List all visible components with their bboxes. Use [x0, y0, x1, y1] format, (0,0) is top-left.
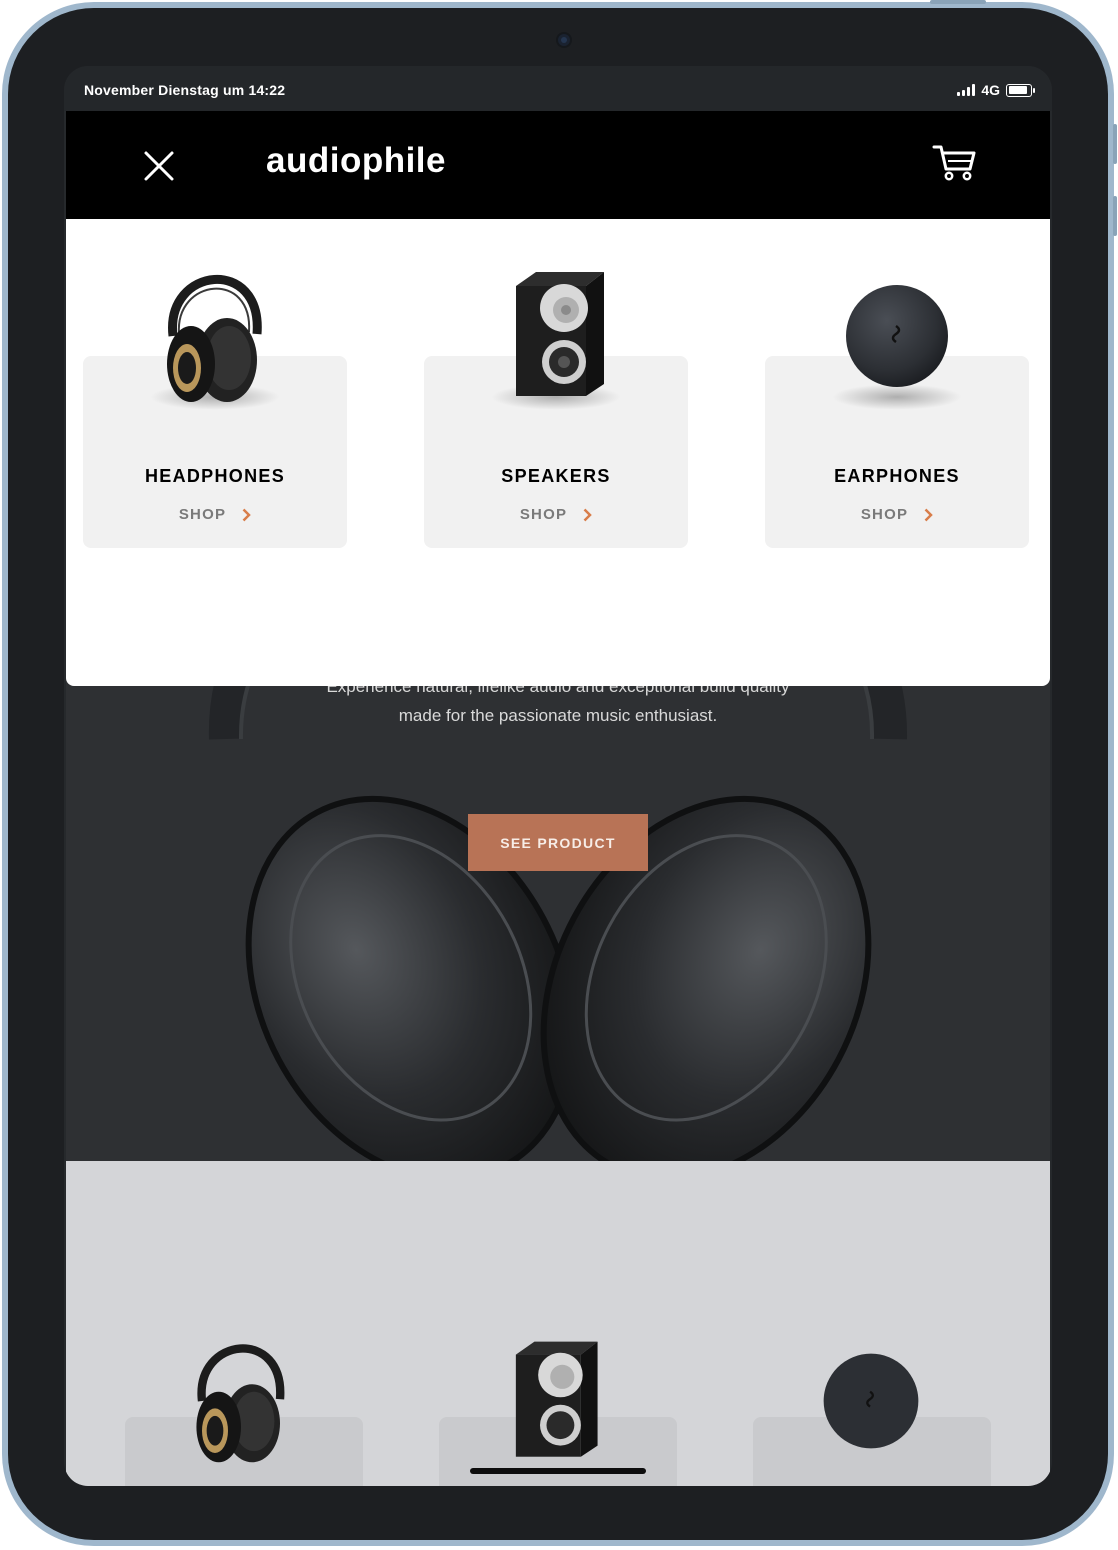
- front-camera: [558, 34, 570, 46]
- power-button: [930, 0, 986, 4]
- battery-icon: [1006, 83, 1035, 97]
- home-indicator[interactable]: [470, 1468, 646, 1474]
- cart-icon[interactable]: [932, 143, 978, 183]
- top-navigation-bar: audiophile: [66, 111, 1050, 219]
- category-card-speakers[interactable]: SPEAKERS SHOP: [424, 272, 688, 548]
- chevron-right-icon: [924, 508, 933, 521]
- close-icon[interactable]: [142, 149, 176, 183]
- volume-button: [1113, 196, 1117, 236]
- see-product-button[interactable]: SEE PRODUCT: [468, 814, 648, 871]
- shop-link[interactable]: SHOP: [424, 506, 688, 523]
- earphones-image: [823, 1353, 919, 1449]
- speaker-image: [516, 272, 604, 396]
- category-card-earphones[interactable]: EARPHONES SHOP: [765, 285, 1029, 548]
- shop-label: SHOP: [519, 506, 568, 523]
- headphones-image: [167, 275, 262, 402]
- category-menu-panel: HEADPHONES SHOP SPEAKERS SHOP EARPHONES …: [66, 219, 1050, 686]
- signal-icon: [957, 84, 976, 96]
- app-screen: November Dienstag um 14:22 4G Experience…: [64, 66, 1052, 1486]
- network-label: 4G: [981, 82, 1000, 98]
- category-section: [66, 1161, 1050, 1486]
- shop-label: SHOP: [178, 506, 227, 523]
- speaker-image: [515, 1341, 598, 1457]
- category-title: SPEAKERS: [501, 466, 611, 486]
- shop-label: SHOP: [860, 506, 909, 523]
- brand-logo[interactable]: audiophile: [266, 141, 446, 181]
- chevron-right-icon: [583, 508, 592, 521]
- category-title: HEADPHONES: [144, 466, 286, 486]
- shop-link[interactable]: SHOP: [765, 506, 1029, 523]
- category-title: EARPHONES: [834, 466, 960, 486]
- category-card-headphones[interactable]: HEADPHONES SHOP: [83, 275, 347, 548]
- volume-button: [1113, 124, 1117, 164]
- shop-link[interactable]: SHOP: [83, 506, 347, 523]
- chevron-right-icon: [242, 508, 251, 521]
- status-time: November Dienstag um 14:22: [84, 82, 286, 98]
- earphones-image: [846, 285, 948, 387]
- status-bar: November Dienstag um 14:22 4G: [64, 66, 1052, 111]
- status-indicators: 4G: [957, 82, 1035, 98]
- headphones-image: [196, 1344, 285, 1463]
